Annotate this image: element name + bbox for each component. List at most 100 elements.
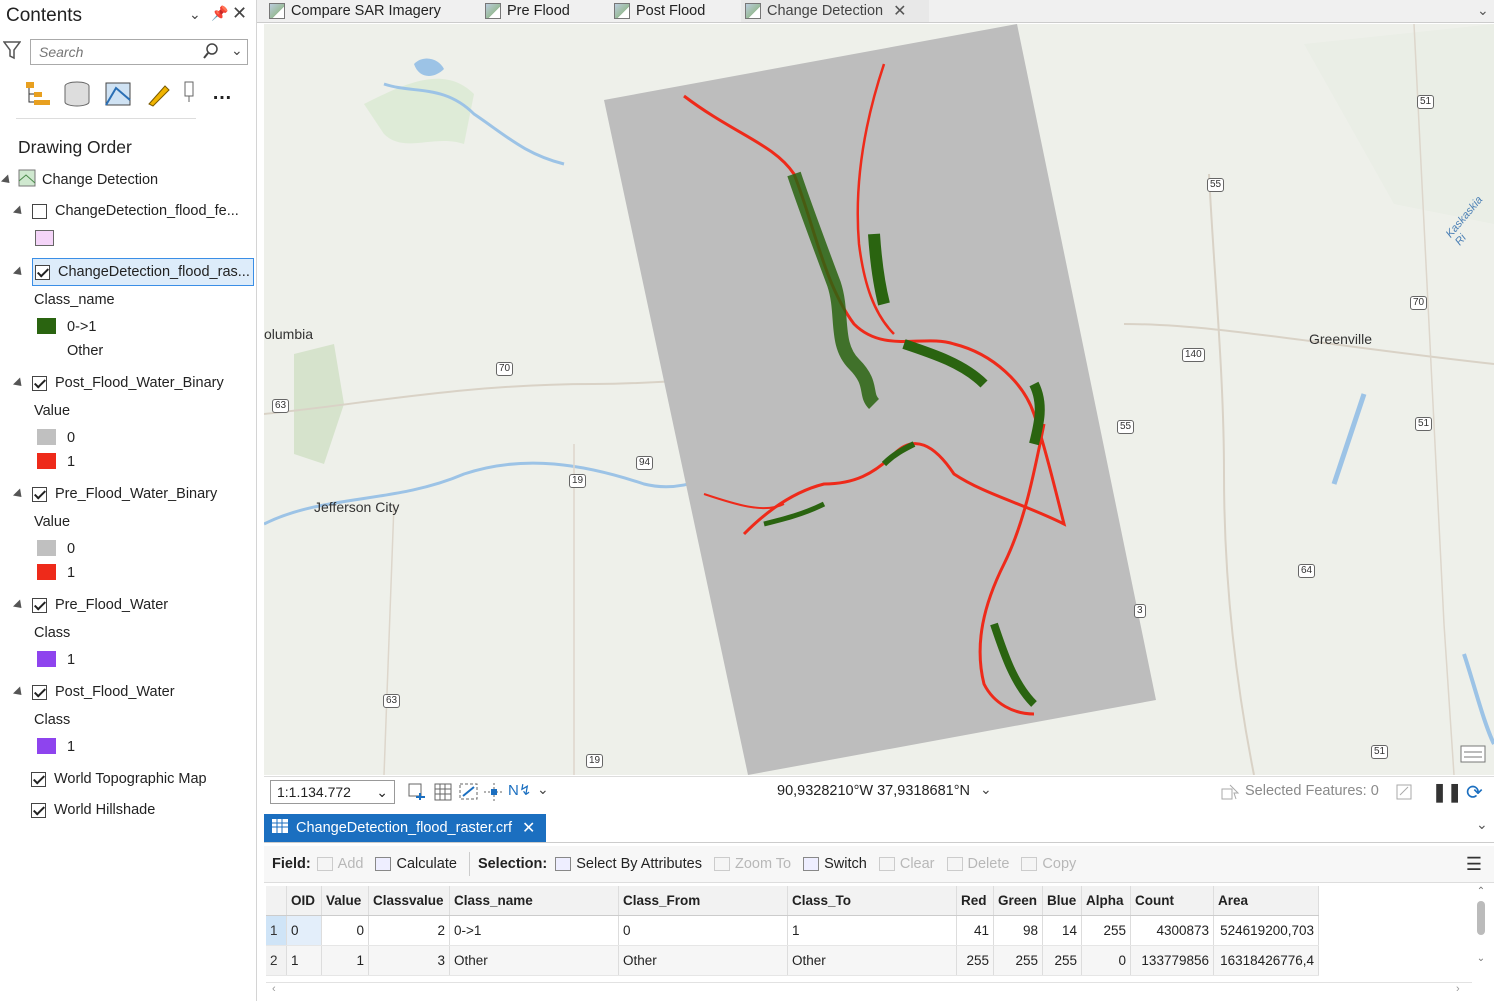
column-header[interactable]: Classvalue [368, 886, 450, 916]
tab-compare-sar-imagery[interactable]: Compare SAR Imagery [269, 0, 474, 22]
pause-drawing-icon[interactable]: ❚❚ [1432, 782, 1462, 803]
table-cell[interactable]: 4300873 [1130, 915, 1214, 946]
fixed-zoom-icon[interactable] [408, 783, 428, 804]
north-arrow-icon[interactable]: N↯ [508, 781, 531, 799]
table-cell[interactable]: Other [449, 945, 619, 976]
chevron-down-icon[interactable]: ⌄ [376, 784, 388, 801]
list-by-selection-icon[interactable] [104, 80, 132, 108]
collapse-icon[interactable] [12, 376, 26, 390]
table-cell[interactable]: 14 [1042, 915, 1082, 946]
table-cell[interactable]: 0->1 [449, 915, 619, 946]
tab-attribute-table[interactable]: ChangeDetection_flood_raster.crf ✕ [264, 814, 546, 842]
layer-visibility-checkbox[interactable] [31, 802, 46, 818]
table-cell[interactable]: 1 [787, 915, 957, 946]
more-options-icon[interactable]: … [212, 82, 232, 105]
row-number[interactable]: 1 [266, 915, 287, 946]
copy-button[interactable]: Copy [1021, 856, 1076, 872]
basemap-gallery-icon[interactable] [1460, 742, 1486, 767]
collapse-icon[interactable] [12, 265, 26, 279]
table-cell[interactable]: 524619200,703 [1213, 915, 1319, 946]
collapse-icon[interactable] [12, 204, 26, 218]
close-tab-icon[interactable]: ✕ [522, 818, 535, 838]
list-by-snapping-icon[interactable] [183, 80, 211, 108]
tab-post-flood[interactable]: Post Flood [614, 0, 724, 22]
tree-layer-pre-flood-binary[interactable]: Pre_Flood_Water_Binary [12, 482, 217, 506]
table-cell[interactable]: 255 [1081, 915, 1131, 946]
column-header[interactable]: Red [956, 886, 994, 916]
select-features-icon[interactable] [1220, 783, 1240, 804]
clear-selection-button[interactable]: Clear [878, 856, 935, 872]
layer-visibility-checkbox[interactable] [32, 684, 47, 700]
delete-button[interactable]: Delete [946, 856, 1009, 872]
search-field[interactable]: ⌄ [30, 39, 248, 65]
collapse-icon[interactable] [12, 685, 26, 699]
table-cell[interactable]: 255 [956, 945, 994, 976]
table-cell[interactable]: 0 [286, 915, 322, 946]
vertical-scrollbar[interactable]: ⌃ ⌄ [1474, 886, 1488, 978]
column-header[interactable]: Green [993, 886, 1043, 916]
search-icon[interactable] [203, 42, 219, 63]
scroll-down-icon[interactable]: ⌄ [1474, 953, 1488, 964]
table-row[interactable]: 2 1 1 3 Other Other Other 255 255 255 0 … [266, 945, 1319, 976]
layer-visibility-checkbox[interactable] [32, 203, 47, 219]
table-cell[interactable]: 0 [1081, 945, 1131, 976]
column-header[interactable]: Value [321, 886, 369, 916]
tree-layer-world-hillshade[interactable]: World Hillshade [31, 798, 155, 822]
scale-selector[interactable]: 1:1.134.772 ⌄ [270, 780, 395, 804]
table-row[interactable]: 1 0 0 2 0->1 0 1 41 98 14 255 4300873 52… [266, 915, 1319, 946]
tab-list-chevron-icon[interactable]: ⌄ [1477, 2, 1489, 19]
calculate-button[interactable]: Calculate [375, 856, 457, 872]
map-view[interactable]: olumbia Jefferson City Greenville Kaskas… [264, 24, 1494, 775]
list-by-editing-icon[interactable] [145, 80, 173, 108]
layer-visibility-checkbox[interactable] [32, 486, 47, 502]
table-cell[interactable]: 3 [368, 945, 450, 976]
scroll-right-icon[interactable]: › [1456, 983, 1460, 995]
measure-icon[interactable] [459, 783, 479, 804]
add-field-button[interactable]: Add [316, 856, 363, 872]
legend-swatch[interactable] [37, 738, 56, 754]
table-cell[interactable]: 0 [618, 915, 788, 946]
collapse-icon[interactable] [0, 173, 14, 187]
tree-layer-post-flood-binary[interactable]: Post_Flood_Water_Binary [12, 371, 224, 395]
feature-symbol-swatch[interactable] [35, 230, 54, 246]
layer-visibility-checkbox[interactable] [32, 597, 47, 613]
table-cell[interactable]: 255 [993, 945, 1043, 976]
coordinate-format-chevron-icon[interactable]: ⌄ [980, 781, 992, 798]
tree-layer-world-topographic[interactable]: World Topographic Map [31, 767, 207, 791]
clear-selection-icon[interactable] [1396, 783, 1412, 804]
tab-list-chevron-icon[interactable]: ⌄ [1476, 816, 1488, 833]
search-options-chevron-icon[interactable]: ⌄ [231, 42, 243, 59]
snapping-icon[interactable] [484, 783, 504, 804]
table-menu-icon[interactable]: ☰ [1466, 854, 1482, 875]
tab-change-detection[interactable]: Change Detection ✕ [741, 0, 929, 22]
legend-swatch-change[interactable] [37, 318, 56, 334]
row-number[interactable]: 2 [266, 945, 287, 976]
scroll-left-icon[interactable]: ‹ [272, 983, 276, 995]
tree-map-node[interactable]: Change Detection [0, 168, 158, 192]
column-header[interactable]: Alpha [1081, 886, 1131, 916]
table-cell[interactable]: 255 [1042, 945, 1082, 976]
column-header[interactable]: Class_From [618, 886, 788, 916]
table-cell[interactable]: 1 [321, 945, 369, 976]
column-header[interactable]: Count [1130, 886, 1214, 916]
table-cell[interactable]: 2 [368, 915, 450, 946]
table-cell[interactable]: 133779856 [1130, 945, 1214, 976]
legend-swatch[interactable] [37, 540, 56, 556]
legend-swatch[interactable] [37, 651, 56, 667]
table-cell[interactable]: 1 [286, 945, 322, 976]
scrollbar-thumb[interactable] [1477, 901, 1485, 935]
legend-swatch[interactable] [37, 453, 56, 469]
list-by-source-icon[interactable] [63, 80, 91, 108]
column-header[interactable]: Class_To [787, 886, 957, 916]
horizontal-scrollbar[interactable]: ‹ › [266, 982, 1472, 999]
tab-pre-flood[interactable]: Pre Flood [485, 0, 595, 22]
layer-visibility-checkbox[interactable] [31, 771, 46, 787]
column-header[interactable]: Area [1213, 886, 1319, 916]
list-by-drawing-order-icon[interactable] [24, 80, 52, 108]
scroll-up-icon[interactable]: ⌃ [1474, 886, 1488, 897]
collapse-icon[interactable] [12, 598, 26, 612]
pane-options-chevron-icon[interactable]: ⌄ [189, 6, 201, 23]
switch-selection-button[interactable]: Switch [803, 856, 867, 872]
table-cell[interactable]: Other [618, 945, 788, 976]
layer-visibility-checkbox[interactable] [35, 264, 50, 280]
